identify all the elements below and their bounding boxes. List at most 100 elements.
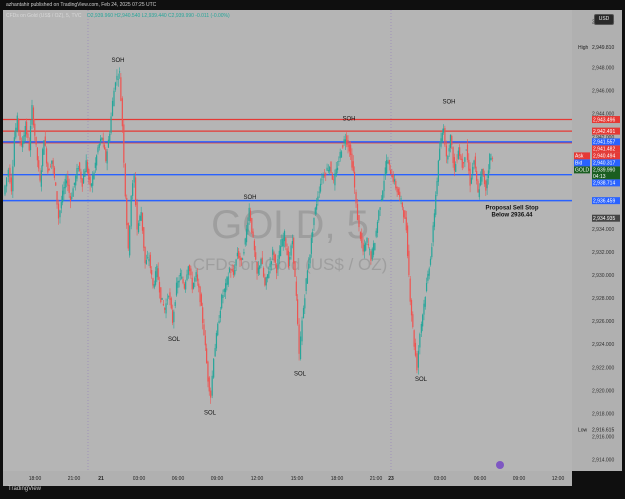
price-chart[interactable]: GOLD, 5 CFDs on Gold (US$ / OZ) SOHSOHSO… <box>0 0 625 499</box>
candle-body <box>223 288 225 292</box>
candle-body <box>453 157 455 171</box>
candle-body <box>326 167 328 171</box>
candle-body <box>351 153 353 168</box>
candle-body <box>253 240 256 251</box>
y-tick-label: 2,928.000 <box>592 296 614 302</box>
candle-body <box>340 151 343 158</box>
candle-body <box>242 258 244 260</box>
candle-body <box>173 311 175 323</box>
candle-body <box>470 177 473 184</box>
price-axis[interactable] <box>572 10 622 471</box>
candle-body <box>151 270 153 275</box>
candle-body <box>302 308 305 319</box>
candle-body <box>15 127 17 138</box>
x-tick-label: 03:00 <box>434 476 447 482</box>
candle-body <box>110 116 112 134</box>
candle-body <box>286 248 288 256</box>
candle-body <box>133 175 135 183</box>
candle-body <box>457 150 459 159</box>
candle-body <box>338 161 340 162</box>
candle-body <box>36 147 39 161</box>
candle-body <box>376 221 379 233</box>
candle-body <box>53 167 56 178</box>
candle-body <box>342 145 344 148</box>
legend-symbol[interactable]: CFDs on Gold (US$ / OZ), 5, TVC <box>6 13 81 19</box>
candle-body <box>301 320 303 342</box>
candle-body <box>195 272 197 278</box>
annotation-label: SOL <box>168 337 181 343</box>
x-tick-label: 06:00 <box>474 476 487 482</box>
candle-body <box>319 183 322 192</box>
candle-body <box>153 284 155 288</box>
y-tick-label: 2,924.000 <box>592 342 614 348</box>
candle-body <box>276 264 278 274</box>
candle-body <box>225 283 227 293</box>
candle-body <box>310 238 312 254</box>
candle-body <box>432 225 434 243</box>
candle-body <box>165 303 167 314</box>
candle-body <box>111 100 114 116</box>
candle-body <box>199 286 201 303</box>
candle-body <box>238 251 240 258</box>
candle-body <box>182 279 184 284</box>
candle-body <box>431 247 433 258</box>
candle-body <box>396 186 398 193</box>
candle-body <box>235 259 237 266</box>
candle-body <box>7 169 9 177</box>
candle-body <box>114 82 117 90</box>
candle-body <box>29 125 32 151</box>
candle-body <box>236 252 238 257</box>
candle-body <box>75 175 77 186</box>
x-tick-label: 21 <box>98 476 104 482</box>
candle-body <box>213 358 215 378</box>
candle-body <box>374 242 376 251</box>
candle-body <box>187 266 189 275</box>
candle-body <box>353 171 356 188</box>
candle-body <box>416 353 418 371</box>
candle-body <box>330 161 332 174</box>
candle-body <box>137 223 140 233</box>
candle-body <box>308 263 310 269</box>
candle-body <box>412 314 414 328</box>
candle-body <box>109 133 111 141</box>
candle-body <box>290 245 292 256</box>
legend-ohlc: O2,939.960 H2,940.540 L2,939.440 C2,939.… <box>86 13 230 19</box>
candle-body <box>339 151 341 159</box>
candle-body <box>473 160 475 165</box>
currency-badge[interactable]: USD <box>594 14 614 25</box>
candle-body <box>277 259 279 270</box>
candle-body <box>226 277 228 286</box>
candle-body <box>452 147 454 163</box>
candle-body <box>149 254 151 269</box>
candle-body <box>158 281 161 293</box>
time-axis[interactable] <box>3 471 572 486</box>
candle-body <box>113 90 115 107</box>
candle-body <box>371 248 373 260</box>
settings-icon[interactable] <box>496 461 504 469</box>
candle-body <box>355 191 357 204</box>
candle-body <box>141 212 144 231</box>
candle-body <box>279 246 282 257</box>
candle-body <box>270 261 273 265</box>
candle-body <box>55 182 57 186</box>
candle-body <box>65 180 68 184</box>
candle-body <box>67 175 69 186</box>
price-badge-text: 2,934.935 <box>593 216 615 222</box>
candle-body <box>194 277 196 282</box>
candle-body <box>425 283 428 292</box>
candle-body <box>4 185 6 195</box>
gear-icon[interactable] <box>496 461 504 469</box>
annotation-label: SOL <box>204 411 217 417</box>
candle-body <box>392 174 394 182</box>
candle-body <box>227 276 229 285</box>
candle-body <box>331 174 333 180</box>
candle-body <box>102 137 104 142</box>
candle-body <box>59 210 61 218</box>
candle-body <box>403 209 405 218</box>
candle-body <box>380 199 383 201</box>
candle-body <box>437 160 439 182</box>
candle-body <box>120 77 122 101</box>
candle-body <box>93 172 95 179</box>
y-tick-label: 2,920.000 <box>592 388 614 394</box>
candle-body <box>230 272 232 273</box>
